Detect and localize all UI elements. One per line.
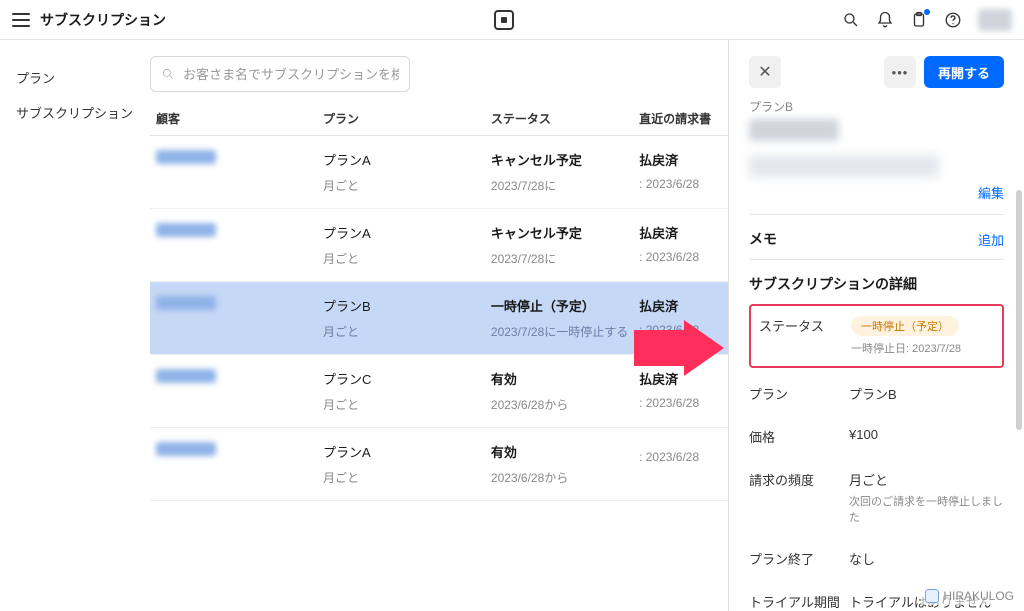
customer-blurred bbox=[156, 150, 216, 164]
more-button[interactable]: ••• bbox=[884, 56, 916, 88]
row-status: 一時停止（予定） bbox=[491, 296, 639, 315]
search-field[interactable] bbox=[150, 56, 410, 92]
watermark-icon bbox=[925, 589, 939, 603]
row-bill-sub: : 2023/6/28 bbox=[639, 450, 728, 464]
avatar[interactable] bbox=[978, 9, 1012, 31]
detail-value: プランB bbox=[849, 384, 1004, 403]
detail-value: ¥100 bbox=[849, 427, 1004, 442]
bell-icon[interactable] bbox=[876, 11, 894, 29]
row-plan: プランB bbox=[323, 296, 491, 315]
row-bill-sub: : 2023/6/28 bbox=[639, 177, 728, 191]
customer-blurred bbox=[156, 369, 216, 383]
table-row[interactable]: プランA 月ごとキャンセル予定 2023/7/28に払戻済 : 2023/6/28 bbox=[150, 136, 728, 209]
customer-blurred bbox=[156, 296, 216, 310]
row-freq: 月ごと bbox=[323, 250, 491, 267]
search-input[interactable] bbox=[183, 67, 399, 82]
status-sub: 一時停止日: 2023/7/28 bbox=[851, 343, 961, 355]
th-status: ステータス bbox=[491, 110, 639, 127]
sidebar: プラン サブスクリプション bbox=[0, 40, 150, 611]
table-row[interactable]: プランA 月ごとキャンセル予定 2023/7/28に払戻済 : 2023/6/28 bbox=[150, 209, 728, 282]
detail-label: プラン bbox=[749, 384, 849, 403]
detail-sub: 次回のご請求を一時停止しました bbox=[849, 493, 1004, 525]
watermark: HIRAKULOG bbox=[921, 587, 1018, 605]
memo-add-link[interactable]: 追加 bbox=[978, 230, 1004, 249]
callout-arrow-icon bbox=[634, 320, 724, 379]
detail-row: プランプランB bbox=[749, 372, 1004, 415]
row-status: キャンセル予定 bbox=[491, 223, 639, 242]
customer-name-blurred bbox=[749, 119, 839, 141]
row-status-sub: 2023/7/28に一時停止する bbox=[491, 323, 639, 340]
sidebar-item-subscriptions[interactable]: サブスクリプション bbox=[16, 95, 134, 130]
row-freq: 月ごと bbox=[323, 323, 491, 340]
row-status: 有効 bbox=[491, 442, 639, 461]
menu-button[interactable] bbox=[12, 13, 30, 27]
page-title: サブスクリプション bbox=[40, 10, 166, 30]
detail-row: 請求の頻度月ごと次回のご請求を一時停止しました bbox=[749, 458, 1004, 537]
detail-row: 価格¥100 bbox=[749, 415, 1004, 458]
details-title: サブスクリプションの詳細 bbox=[749, 274, 1004, 294]
row-plan: プランC bbox=[323, 369, 491, 388]
scrollbar[interactable] bbox=[1016, 190, 1022, 430]
th-plan: プラン bbox=[323, 110, 491, 127]
panel-plan-name: プランB bbox=[749, 98, 1004, 115]
search-input-icon bbox=[161, 67, 175, 81]
memo-title: メモ bbox=[749, 229, 777, 249]
row-status-sub: 2023/7/28に bbox=[491, 250, 639, 267]
row-freq: 月ごと bbox=[323, 177, 491, 194]
detail-label: トライアル期間 bbox=[749, 592, 849, 611]
row-status-sub: 2023/6/28から bbox=[491, 469, 639, 486]
row-plan: プランA bbox=[323, 223, 491, 242]
topbar: サブスクリプション bbox=[0, 0, 1024, 40]
detail-value: なし bbox=[849, 549, 1004, 568]
resume-button[interactable]: 再開する bbox=[924, 56, 1004, 88]
edit-link[interactable]: 編集 bbox=[978, 183, 1004, 202]
row-status: キャンセル予定 bbox=[491, 150, 639, 169]
detail-panel: ✕ ••• 再開する プランB 編集 メモ 追加 サブスクリプションの詳細 ステ… bbox=[728, 40, 1024, 611]
clipboard-icon[interactable] bbox=[910, 11, 928, 29]
row-bill-sub: : 2023/6/28 bbox=[639, 396, 728, 410]
status-highlight-box: ステータス 一時停止（予定） 一時停止日: 2023/7/28 bbox=[749, 304, 1004, 368]
row-bill: 払戻済 bbox=[639, 223, 728, 242]
detail-label: 請求の頻度 bbox=[749, 470, 849, 489]
row-freq: 月ごと bbox=[323, 396, 491, 413]
detail-row: プラン終了なし bbox=[749, 537, 1004, 580]
row-bill: 払戻済 bbox=[639, 296, 728, 315]
row-freq: 月ごと bbox=[323, 469, 491, 486]
detail-value: 月ごと次回のご請求を一時停止しました bbox=[849, 470, 1004, 525]
row-bill-sub: : 2023/6/28 bbox=[639, 250, 728, 264]
detail-label: プラン終了 bbox=[749, 549, 849, 568]
th-customer: 顧客 bbox=[150, 110, 323, 127]
customer-blurred bbox=[156, 442, 216, 456]
row-status-sub: 2023/7/28に bbox=[491, 177, 639, 194]
status-pill: 一時停止（予定） bbox=[851, 316, 959, 336]
subscriptions-table: 顧客 プラン ステータス 直近の請求書 プランA月ごとキャンセル予定2023/7… bbox=[150, 102, 728, 501]
help-icon[interactable] bbox=[944, 11, 962, 29]
row-bill: 払戻済 bbox=[639, 150, 728, 169]
row-plan: プランA bbox=[323, 442, 491, 461]
status-label: ステータス bbox=[759, 316, 851, 335]
blurred-row bbox=[749, 155, 939, 177]
table-row[interactable]: プランA 月ごと有効 2023/6/28から: 2023/6/28 bbox=[150, 428, 728, 501]
search-icon[interactable] bbox=[842, 11, 860, 29]
sidebar-item-plans[interactable]: プラン bbox=[16, 60, 134, 95]
square-logo bbox=[494, 10, 514, 30]
customer-blurred bbox=[156, 223, 216, 237]
close-button[interactable]: ✕ bbox=[749, 56, 781, 88]
th-billing: 直近の請求書 bbox=[639, 110, 728, 127]
row-status-sub: 2023/6/28から bbox=[491, 396, 639, 413]
row-plan: プランA bbox=[323, 150, 491, 169]
detail-label: 価格 bbox=[749, 427, 849, 446]
row-status: 有効 bbox=[491, 369, 639, 388]
